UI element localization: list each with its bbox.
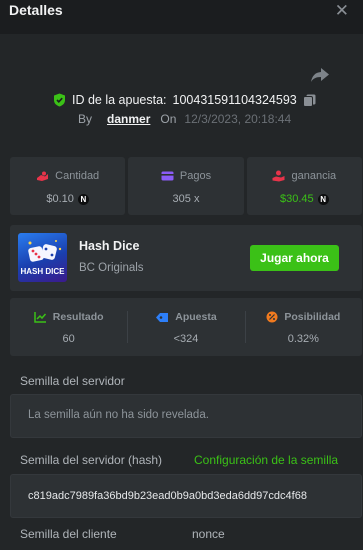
currency-coin-icon: N [77, 193, 89, 205]
amount-label: Cantidad [55, 170, 100, 182]
user-link[interactable]: danmer [107, 112, 150, 126]
percent-icon [266, 311, 278, 323]
stat-payout: Pagos 305 x [128, 157, 244, 215]
profit-value: $30.45 [279, 193, 314, 205]
chance-label: Posibilidad [284, 311, 341, 323]
server-seed-label: Semilla del servidor [20, 374, 125, 388]
game-card: HASH DICE Hash Dice BC Originals Jugar a… [10, 225, 362, 291]
verified-shield-icon [54, 93, 65, 107]
bet-id-row: ID de la apuesta: 100431591104324593 [53, 92, 316, 108]
bet-byline: By danmer On 12/3/2023, 20:18:44 [78, 112, 291, 126]
currency-coin-icon: N [317, 193, 329, 205]
bet-results: Resultado 60 Apuesta <324 Posibilidad 0.… [10, 298, 362, 356]
share-icon[interactable] [310, 66, 330, 84]
seed-settings-link[interactable]: Configuración de la semilla [194, 453, 338, 467]
bet-id-label: ID de la apuesta: [72, 93, 167, 107]
copy-icon[interactable] [302, 94, 316, 107]
profit-icon [272, 170, 285, 182]
stat-amount: Cantidad $0.10 N [10, 157, 126, 215]
card-icon [161, 171, 174, 181]
wallet-hand-icon [37, 171, 49, 181]
server-seed-field[interactable]: La semilla aún no ha sido revelada. [10, 394, 362, 438]
stat-profit: ganancia $30.45 N [246, 157, 362, 215]
bet-id-value: 100431591104324593 [172, 93, 297, 107]
dialog-title: Detalles [9, 2, 63, 18]
game-name[interactable]: Hash Dice [79, 239, 139, 253]
bet-value: <324 [173, 333, 199, 345]
game-thumb-text: HASH DICE [20, 267, 65, 276]
on-label: On [160, 112, 177, 126]
game-thumbnail[interactable]: HASH DICE [18, 233, 67, 282]
payout-label: Pagos [179, 170, 212, 182]
play-now-button[interactable]: Jugar ahora [250, 245, 339, 271]
result-column: Resultado 60 [10, 298, 127, 356]
amount-value: $0.10 [46, 193, 74, 205]
server-hash-field[interactable]: c819adc7989fa36bd9b23ead0b9a0bd3eda6dd97… [10, 474, 362, 518]
bet-label: Apuesta [175, 311, 217, 323]
bet-column: Apuesta <324 [127, 298, 244, 356]
server-seed-value: La semilla aún no ha sido revelada. [28, 409, 209, 421]
result-value: 60 [62, 333, 75, 345]
client-seed-label: Semilla del cliente [20, 527, 117, 541]
chance-value: 0.32% [287, 333, 319, 345]
bet-date: 12/3/2023, 20:18:44 [184, 112, 292, 126]
chance-column: Posibilidad 0.32% [244, 298, 362, 356]
server-hash-label: Semilla del servidor (hash) [20, 453, 163, 467]
by-label: By [78, 112, 93, 126]
nonce-label: nonce [192, 527, 225, 541]
payout-value: 305 x [172, 193, 200, 205]
server-hash-value: c819adc7989fa36bd9b23ead0b9a0bd3eda6dd97… [28, 490, 307, 502]
game-provider: BC Originals [79, 262, 144, 274]
bet-stats: Cantidad $0.10 N Pagos 305 x ganancia $3… [10, 157, 362, 215]
result-label: Resultado [52, 311, 104, 323]
profit-label: ganancia [291, 170, 337, 182]
close-icon[interactable]: ✕ [335, 1, 349, 21]
bet-tag-icon [156, 312, 169, 322]
header: Detalles ✕ [0, 0, 363, 34]
result-chart-icon [34, 312, 46, 323]
